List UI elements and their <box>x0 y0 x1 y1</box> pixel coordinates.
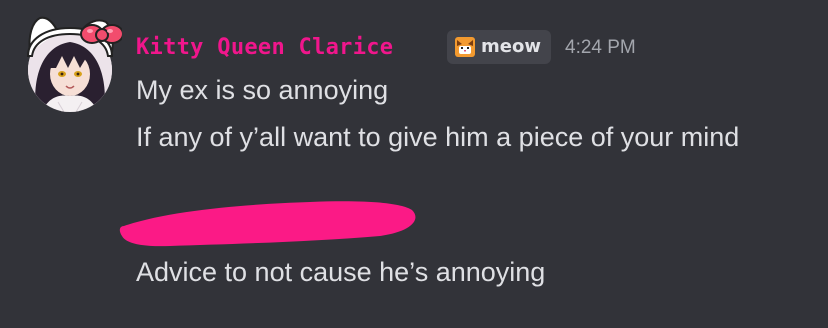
message-line: My ex is so annoying <box>136 75 389 105</box>
avatar[interactable] <box>18 12 122 112</box>
message-timestamp[interactable]: 4:24 PM <box>565 36 636 60</box>
cat-face-icon <box>455 37 475 57</box>
server-tag[interactable]: meow <box>447 30 551 64</box>
redaction-scribble <box>119 201 416 247</box>
username[interactable]: Kitty Queen Clarice <box>136 33 393 63</box>
message-line: Advice to not cause he’s annoying <box>136 257 546 287</box>
chat-message: Kitty Queen Clarice meow 4:24 PM My ex i… <box>0 0 828 328</box>
server-tag-label: meow <box>481 36 541 57</box>
message-line: If any of y’all want to give him a piece… <box>136 122 740 152</box>
avatar-image <box>28 28 112 112</box>
